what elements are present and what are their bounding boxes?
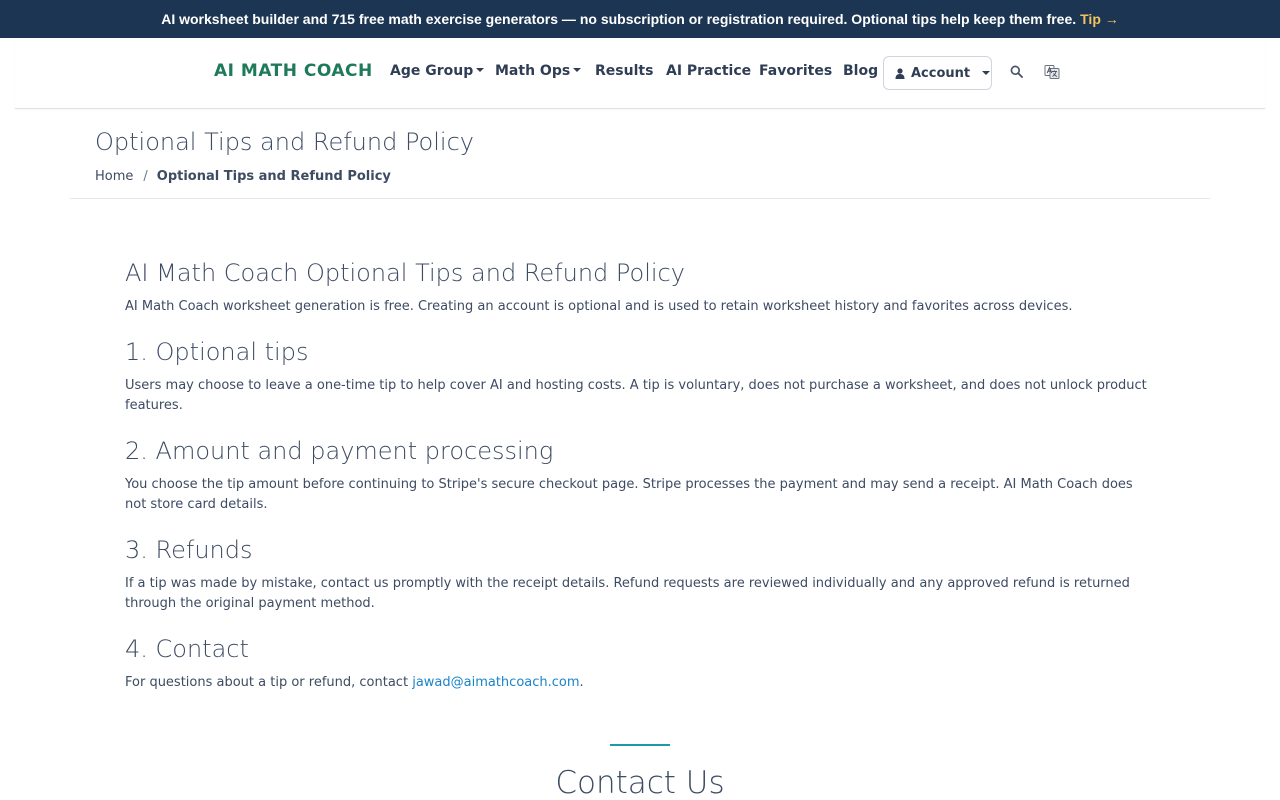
contact-text: For questions about a tip or refund, con… bbox=[125, 675, 409, 690]
account-dropdown-button[interactable]: Account bbox=[883, 56, 992, 90]
breadcrumb: Home / Optional Tips and Refund Policy bbox=[95, 169, 391, 184]
section-text-contact: For questions about a tip or refund, con… bbox=[125, 673, 1155, 693]
nav-results[interactable]: Results bbox=[595, 63, 653, 79]
tip-link[interactable]: Tip → bbox=[1080, 11, 1119, 27]
page-header: Optional Tips and Refund Policy Home / Opt… bbox=[70, 110, 1210, 199]
section-title-optional-tips: 1. Optional tips bbox=[125, 338, 309, 366]
nav-math-ops-label: Math Ops bbox=[495, 63, 571, 79]
section-text-refunds: If a tip was made by mistake, contact us… bbox=[125, 576, 1130, 611]
caret-down-icon bbox=[476, 68, 485, 72]
page-title: Optional Tips and Refund Policy bbox=[95, 128, 474, 156]
nav-math-ops[interactable]: Math Ops bbox=[495, 63, 582, 79]
user-icon bbox=[895, 67, 905, 79]
nav-ai-practice[interactable]: AI Practice bbox=[666, 63, 751, 79]
policy-content: AI Math Coach Optional Tips and Refund P… bbox=[125, 258, 1155, 693]
nav-age-group-label: Age Group bbox=[390, 63, 474, 79]
contact-us-title: Contact Us bbox=[555, 765, 725, 800]
caret-down-icon bbox=[982, 71, 991, 75]
policy-heading: AI Math Coach Optional Tips and Refund P… bbox=[125, 259, 685, 287]
nav-favorites[interactable]: Favorites bbox=[759, 63, 832, 79]
nav-age-group[interactable]: Age Group bbox=[390, 63, 485, 79]
translate-icon[interactable] bbox=[1044, 64, 1060, 80]
search-icon[interactable] bbox=[1010, 65, 1023, 78]
policy-intro: AI Math Coach worksheet generation is fr… bbox=[125, 299, 1073, 314]
section-title-payment: 2. Amount and payment processing bbox=[125, 437, 554, 465]
announcement-banner: AI worksheet builder and 715 free math e… bbox=[0, 0, 1280, 38]
breadcrumb-separator: / bbox=[143, 169, 148, 184]
main-navbar: AI MATH COACH Age Group Math Ops Results… bbox=[15, 38, 1265, 109]
brand-logo[interactable]: AI MATH COACH bbox=[214, 61, 373, 81]
contact-text-end: . bbox=[579, 675, 584, 690]
banner-message: AI worksheet builder and 715 free math e… bbox=[161, 11, 1077, 27]
caret-down-icon bbox=[573, 68, 582, 72]
breadcrumb-current: Optional Tips and Refund Policy bbox=[156, 169, 391, 184]
account-label: Account bbox=[911, 65, 971, 81]
section-text-optional-tips: Users may choose to leave a one-time tip… bbox=[125, 378, 1147, 413]
contact-email-link[interactable]: jawad@aimathcoach.com bbox=[412, 675, 579, 690]
nav-blog[interactable]: Blog bbox=[843, 63, 878, 79]
contact-accent-rule bbox=[610, 744, 670, 746]
section-text-payment: You choose the tip amount before continu… bbox=[125, 477, 1133, 512]
breadcrumb-home-link[interactable]: Home bbox=[95, 169, 133, 184]
section-title-contact: 4. Contact bbox=[125, 635, 249, 663]
section-title-refunds: 3. Refunds bbox=[125, 536, 253, 564]
